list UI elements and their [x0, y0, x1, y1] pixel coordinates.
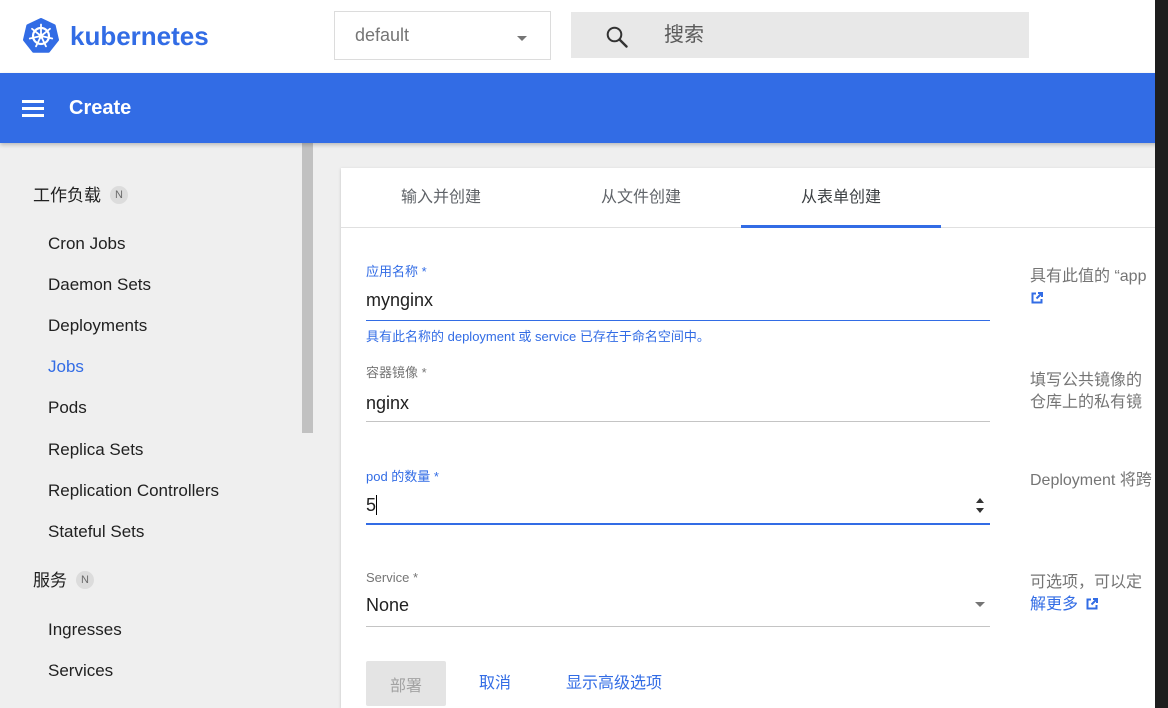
kubernetes-logo-icon[interactable] — [23, 18, 59, 54]
help-text: Deployment 将跨 — [1030, 472, 1152, 489]
sidebar-section-services[interactable]: 服务 N — [33, 561, 94, 601]
help-text: 可选项，可以定 — [1030, 574, 1143, 591]
sidebar-item-replication-controllers[interactable]: Replication Controllers — [48, 471, 219, 511]
container-image-input[interactable] — [366, 390, 990, 416]
help-text: 具有此值的 “app — [1030, 268, 1147, 285]
sidebar-item-pods[interactable]: Pods — [48, 388, 87, 428]
page-title: Create — [69, 97, 132, 119]
namespace-selector[interactable]: default — [334, 11, 551, 60]
app-name-help: 具有此值的 “app — [1030, 266, 1155, 310]
help-text: 仓库上的私有镜 — [1030, 394, 1143, 411]
sidebar-scrollbar[interactable] — [302, 143, 313, 433]
container-image-underline — [366, 421, 990, 422]
sidebar-nav: 工作负载 N Cron Jobs Daemon Sets Deployments … — [0, 143, 302, 708]
app-name-label: 应用名称 * — [366, 264, 427, 279]
sidebar-item-stateful-sets[interactable]: Stateful Sets — [48, 512, 144, 552]
app-name-underline — [366, 320, 990, 321]
service-select[interactable]: None — [366, 592, 990, 618]
container-image-help: 填写公共镜像的 仓库上的私有镜 — [1030, 370, 1155, 414]
pod-count-input[interactable] — [366, 492, 990, 518]
pod-count-help: Deployment 将跨 — [1030, 470, 1155, 492]
window-edge — [1155, 0, 1168, 708]
cancel-button[interactable]: 取消 — [479, 661, 511, 706]
service-label: Service * — [366, 570, 419, 585]
sidebar-item-replica-sets[interactable]: Replica Sets — [48, 430, 143, 470]
sidebar-item-cron-jobs[interactable]: Cron Jobs — [48, 224, 125, 264]
app-name-input[interactable] — [366, 287, 990, 313]
learn-more-link[interactable]: 解更多 — [1030, 596, 1078, 613]
help-link-row — [1030, 288, 1155, 310]
external-link-icon[interactable] — [1086, 597, 1099, 610]
pod-count-label: pod 的数量 * — [366, 469, 439, 484]
menu-icon[interactable] — [16, 93, 50, 123]
app-name-error: 具有此名称的 deployment 或 service 已存在于命名空间中。 — [366, 329, 710, 344]
top-header: kubernetes default — [0, 0, 1168, 73]
service-help: 可选项，可以定 解更多 — [1030, 572, 1155, 616]
sidebar-item-jobs[interactable]: Jobs — [48, 347, 84, 387]
create-card: 输入并创建 从文件创建 从表单创建 应用名称 * 具有此名称的 deployme… — [341, 168, 1155, 708]
sidebar-item-deployments[interactable]: Deployments — [48, 306, 147, 346]
chevron-down-icon — [517, 36, 527, 41]
show-advanced-options-button[interactable]: 显示高级选项 — [566, 661, 662, 706]
text-caret — [376, 495, 377, 515]
brand-name[interactable]: kubernetes — [70, 20, 209, 52]
deploy-button[interactable]: 部署 — [366, 661, 446, 706]
external-link-icon[interactable] — [1031, 291, 1043, 304]
new-badge: N — [76, 570, 94, 589]
sidebar-section-label: 工作负载 — [33, 186, 101, 205]
help-link-row: 解更多 — [1030, 594, 1155, 616]
search-input[interactable] — [571, 12, 1029, 58]
page-toolbar: Create — [0, 73, 1168, 143]
decrement-arrow-icon[interactable] — [976, 508, 984, 513]
sidebar-section-workloads[interactable]: 工作负载 N — [33, 176, 128, 216]
sidebar-item-services[interactable]: Services — [48, 651, 113, 691]
sidebar-item-ingresses[interactable]: Ingresses — [48, 610, 122, 650]
pod-count-underline — [366, 523, 990, 525]
search-box — [571, 12, 1029, 58]
service-underline — [366, 626, 990, 627]
sidebar-item-daemon-sets[interactable]: Daemon Sets — [48, 265, 151, 305]
help-text: 填写公共镜像的 — [1030, 372, 1143, 389]
create-form: 应用名称 * 具有此名称的 deployment 或 service 已存在于命… — [366, 168, 990, 638]
container-image-label: 容器镜像 * — [366, 365, 427, 380]
sidebar-section-label: 服务 — [33, 571, 67, 590]
dropdown-arrow-icon[interactable] — [975, 602, 985, 607]
new-badge: N — [110, 185, 128, 204]
namespace-value: default — [355, 25, 410, 45]
increment-arrow-icon[interactable] — [976, 498, 984, 503]
